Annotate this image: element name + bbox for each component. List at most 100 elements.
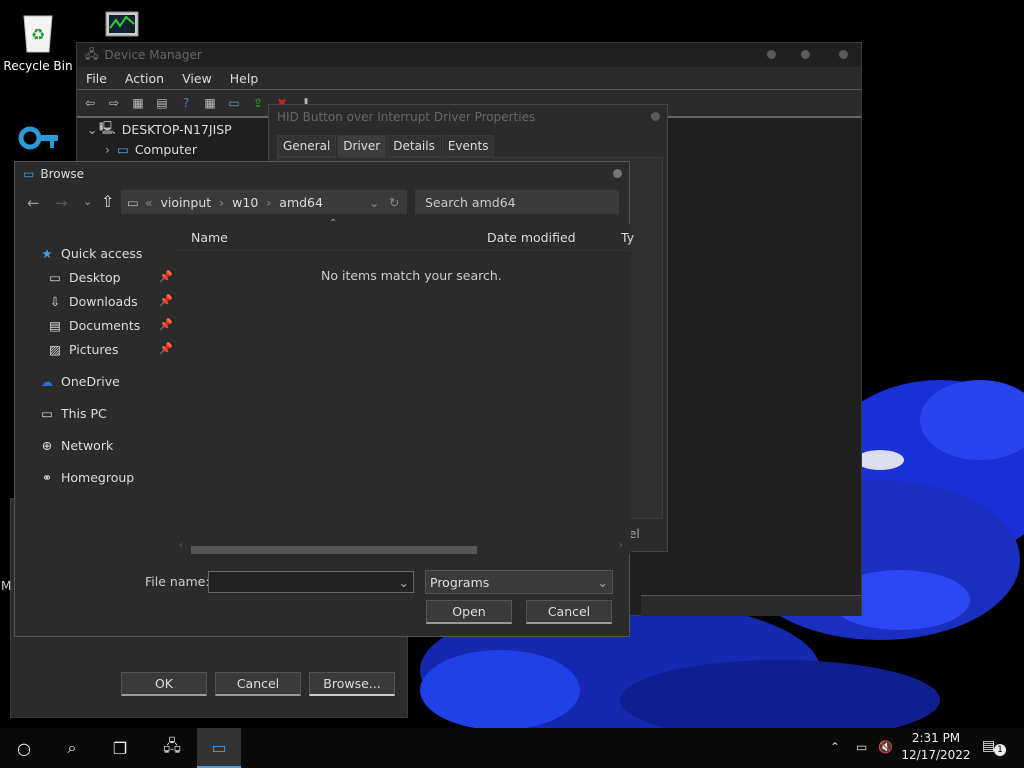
up-folder-icon[interactable]: ⇧ <box>101 192 114 211</box>
forward-arrow-icon[interactable]: ⇨ <box>105 95 123 111</box>
tab-driver[interactable]: Driver <box>337 135 387 157</box>
task-view-icon: ❐ <box>112 738 128 758</box>
recent-locations-icon[interactable]: ⌄ <box>83 195 92 208</box>
address-dropdown-icon[interactable]: ⌄ <box>369 195 379 210</box>
tree-item-computer[interactable]: › ▭ Computer <box>77 139 277 159</box>
scroll-left-icon[interactable]: ‹ <box>179 540 183 551</box>
breadcrumb-separator-icon: › <box>219 194 225 210</box>
show-hidden-icons-icon[interactable]: ⌃ <box>830 740 840 754</box>
horizontal-scrollbar[interactable]: ‹ › <box>175 540 631 554</box>
column-type[interactable]: Ty <box>621 230 634 245</box>
column-date-modified[interactable]: Date modified <box>487 230 576 245</box>
breadcrumb-w10[interactable]: w10 <box>232 195 258 210</box>
menu-file[interactable]: File <box>77 71 116 86</box>
cancel-button[interactable]: Cancel <box>526 600 612 624</box>
nav-onedrive[interactable]: ☁ OneDrive <box>39 374 120 389</box>
device-manager-taskbar-icon: 🖧 <box>163 735 181 755</box>
browse-title: Browse <box>40 167 85 181</box>
nav-documents-label: Documents <box>69 318 141 333</box>
browse-taskbar-button[interactable]: ▭ <box>197 728 241 768</box>
tab-events[interactable]: Events <box>441 135 495 157</box>
pin-icon: 📌 <box>159 294 173 307</box>
menu-help[interactable]: Help <box>221 71 268 86</box>
pin-icon: 📌 <box>159 270 173 283</box>
device-manager-titlebar[interactable]: 🖧 Device Manager <box>77 43 861 67</box>
breadcrumb-vioinput[interactable]: vioinput <box>160 195 211 210</box>
status-bar <box>641 595 861 616</box>
file-type-select[interactable]: Programs ⌄ <box>425 570 613 594</box>
behind-browse-button[interactable]: Browse... <box>309 672 395 696</box>
show-hide-console-tree-icon[interactable]: ▦ <box>129 95 147 111</box>
tree-root[interactable]: ⌄ 🖳 DESKTOP-N17JISP <box>77 119 277 139</box>
scroll-right-icon[interactable]: › <box>619 540 623 551</box>
close-button[interactable] <box>839 50 848 59</box>
recycle-bin-desktop-icon[interactable]: ♻ Recycle Bin <box>2 10 74 73</box>
address-bar[interactable]: ▭ « vioinput › w10 › amd64 ⌄ ↻ <box>121 190 407 214</box>
nav-network[interactable]: ⊕ Network <box>39 438 113 453</box>
nav-this-pc[interactable]: ▭ This PC <box>39 406 107 421</box>
nav-downloads-label: Downloads <box>69 294 138 309</box>
help-icon[interactable]: ? <box>177 95 195 111</box>
update-driver-icon[interactable]: ⇪ <box>249 95 267 111</box>
star-icon: ★ <box>41 246 53 261</box>
device-manager-taskbar-button[interactable]: 🖧 <box>150 728 194 768</box>
tab-general[interactable]: General <box>277 135 337 157</box>
nav-homegroup[interactable]: ⚭ Homegroup <box>39 470 134 485</box>
search-icon: ⌕ <box>67 738 77 757</box>
key-desktop-icon[interactable] <box>2 120 74 163</box>
key-icon <box>18 126 58 150</box>
sort-ascending-icon: ⌃ <box>329 218 338 229</box>
refresh-icon[interactable]: ↻ <box>389 195 399 210</box>
scrollbar-thumb[interactable] <box>191 546 477 554</box>
expand-chevron-icon[interactable]: › <box>105 142 117 157</box>
behind-cancel-button[interactable]: Cancel <box>215 672 301 696</box>
nav-homegroup-label: Homegroup <box>61 470 135 485</box>
forward-icon[interactable]: → <box>55 194 68 212</box>
monitor-graph-icon <box>105 11 139 37</box>
volume-muted-icon[interactable]: 🔇 <box>878 740 893 754</box>
properties-icon[interactable]: ▤ <box>153 95 171 111</box>
computer-icon: ▭ <box>41 406 53 421</box>
nav-onedrive-label: OneDrive <box>61 374 120 389</box>
search-input[interactable]: Search amd64 <box>415 190 619 214</box>
breadcrumb-amd64[interactable]: amd64 <box>279 195 323 210</box>
file-name-dropdown-icon[interactable]: ⌄ <box>399 575 409 590</box>
menu-bar: File Action View Help <box>77 67 861 90</box>
search-button[interactable]: ⌕ <box>50 728 94 768</box>
action-center-button[interactable]: ▤ 1 <box>982 738 1006 758</box>
scan-hardware-icon[interactable]: ▭ <box>225 95 243 111</box>
breadcrumb-overflow-icon[interactable]: « <box>145 195 153 210</box>
menu-action[interactable]: Action <box>116 71 173 86</box>
browse-close-button[interactable] <box>613 169 622 178</box>
back-arrow-icon[interactable]: ⇦ <box>81 95 99 111</box>
column-name[interactable]: Name <box>191 230 228 245</box>
nav-pictures[interactable]: ▨ Pictures <box>47 342 118 357</box>
nav-desktop[interactable]: ▭ Desktop <box>47 270 120 285</box>
collapse-chevron-icon[interactable]: ⌄ <box>87 122 99 137</box>
back-icon[interactable]: ← <box>27 194 40 212</box>
network-icon: ⊕ <box>41 438 53 453</box>
breadcrumb-separator-icon: › <box>266 194 272 210</box>
recycle-bin-icon: ♻ <box>23 15 53 53</box>
hid-properties-titlebar[interactable]: HID Button over Interrupt Driver Propert… <box>269 105 667 129</box>
nav-documents[interactable]: ▤ Documents <box>47 318 140 333</box>
clock[interactable]: 2:31 PM 12/17/2022 <box>898 730 974 764</box>
menu-view[interactable]: View <box>173 71 221 86</box>
behind-ok-button[interactable]: OK <box>121 672 207 696</box>
minimize-button[interactable] <box>767 50 776 59</box>
start-button[interactable]: ○ <box>2 728 46 768</box>
taskbar: ○ ⌕ ❐ 🖧 ▭ ⌃ ▭ 🔇 2:31 PM 12/17/2022 ▤ 1 <box>0 728 1024 768</box>
nav-network-label: Network <box>61 438 114 453</box>
action-pane-icon[interactable]: ▦ <box>201 95 219 111</box>
browse-titlebar[interactable]: ▭ Browse <box>15 162 629 186</box>
task-view-button[interactable]: ❐ <box>98 728 142 768</box>
maximize-button[interactable] <box>801 50 810 59</box>
nav-quick-access[interactable]: ★ Quick access <box>39 246 142 261</box>
hid-close-button[interactable] <box>651 112 660 121</box>
file-name-input[interactable]: ⌄ <box>208 571 414 593</box>
file-type-dropdown-icon[interactable]: ⌄ <box>598 575 608 590</box>
nav-downloads[interactable]: ⇩ Downloads <box>47 294 138 309</box>
tab-details[interactable]: Details <box>387 135 441 157</box>
open-button[interactable]: Open <box>426 600 512 624</box>
network-status-icon[interactable]: ▭ <box>856 740 867 754</box>
